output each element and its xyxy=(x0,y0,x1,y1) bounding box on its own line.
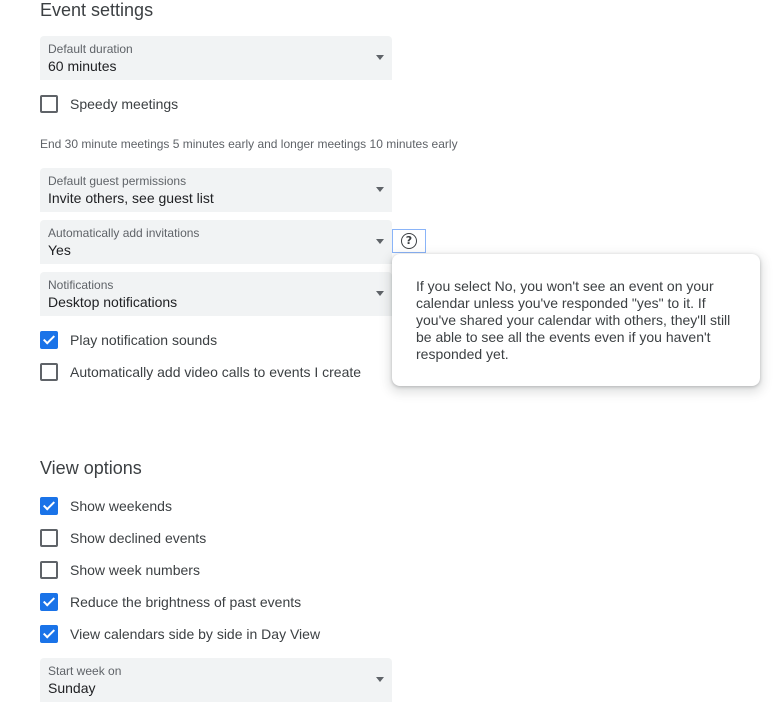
side-by-side-checkbox[interactable] xyxy=(40,625,58,643)
play-sounds-checkbox-row[interactable]: Play notification sounds xyxy=(40,330,217,350)
dropdown-arrow-icon xyxy=(376,55,384,60)
start-week-on-label: Start week on xyxy=(48,664,122,678)
show-weekends-label: Show weekends xyxy=(70,498,172,514)
auto-video-calls-label: Automatically add video calls to events … xyxy=(70,364,362,380)
event-settings-title: Event settings xyxy=(40,0,154,20)
auto-add-invitations-label: Automatically add invitations xyxy=(48,226,200,240)
reduce-brightness-checkbox[interactable] xyxy=(40,593,58,611)
speedy-meetings-checkbox-row[interactable]: Speedy meetings xyxy=(40,94,178,114)
side-by-side-checkbox-row[interactable]: View calendars side by side in Day View xyxy=(40,624,320,644)
dropdown-arrow-icon xyxy=(376,291,384,296)
show-week-numbers-label: Show week numbers xyxy=(70,562,200,578)
guest-permissions-label: Default guest permissions xyxy=(48,174,187,188)
speedy-meetings-label: Speedy meetings xyxy=(70,96,179,112)
start-week-on-select[interactable]: Start week on Sunday xyxy=(40,658,392,702)
speedy-meetings-checkbox[interactable] xyxy=(40,95,58,113)
help-tooltip: If you select No, you won't see an event… xyxy=(392,254,760,386)
settings-page: Event settings Default duration 60 minut… xyxy=(0,0,780,711)
default-duration-select[interactable]: Default duration 60 minutes xyxy=(40,36,392,80)
show-week-numbers-checkbox[interactable] xyxy=(40,561,58,579)
dropdown-arrow-icon xyxy=(376,677,384,682)
notifications-value: Desktop notifications xyxy=(48,294,178,310)
reduce-brightness-label: Reduce the brightness of past events xyxy=(70,594,302,610)
help-circle-icon: ? xyxy=(401,233,417,249)
show-weekends-checkbox[interactable] xyxy=(40,497,58,515)
auto-add-invitations-value: Yes xyxy=(48,242,71,258)
auto-video-calls-checkbox-row[interactable]: Automatically add video calls to events … xyxy=(40,362,361,382)
auto-add-invitations-select[interactable]: Automatically add invitations Yes xyxy=(40,220,392,264)
side-by-side-label: View calendars side by side in Day View xyxy=(70,626,321,642)
show-week-numbers-checkbox-row[interactable]: Show week numbers xyxy=(40,560,200,580)
reduce-brightness-checkbox-row[interactable]: Reduce the brightness of past events xyxy=(40,592,301,612)
notifications-select[interactable]: Notifications Desktop notifications xyxy=(40,272,392,316)
auto-add-invitations-help-button[interactable]: ? xyxy=(392,229,426,253)
guest-permissions-select[interactable]: Default guest permissions Invite others,… xyxy=(40,168,392,212)
start-week-on-value: Sunday xyxy=(48,680,96,696)
guest-permissions-value: Invite others, see guest list xyxy=(48,190,214,206)
dropdown-arrow-icon xyxy=(376,187,384,192)
show-declined-checkbox[interactable] xyxy=(40,529,58,547)
play-sounds-checkbox[interactable] xyxy=(40,331,58,349)
notifications-label: Notifications xyxy=(48,278,114,292)
default-duration-value: 60 minutes xyxy=(48,58,117,74)
play-sounds-label: Play notification sounds xyxy=(70,332,218,348)
show-declined-label: Show declined events xyxy=(70,530,207,546)
auto-video-calls-checkbox[interactable] xyxy=(40,363,58,381)
view-options-title: View options xyxy=(40,458,142,478)
show-weekends-checkbox-row[interactable]: Show weekends xyxy=(40,496,172,516)
dropdown-arrow-icon xyxy=(376,239,384,244)
speedy-meetings-helper: End 30 minute meetings 5 minutes early a… xyxy=(40,137,458,151)
show-declined-checkbox-row[interactable]: Show declined events xyxy=(40,528,206,548)
default-duration-label: Default duration xyxy=(48,42,133,56)
help-tooltip-text: If you select No, you won't see an event… xyxy=(416,278,731,362)
